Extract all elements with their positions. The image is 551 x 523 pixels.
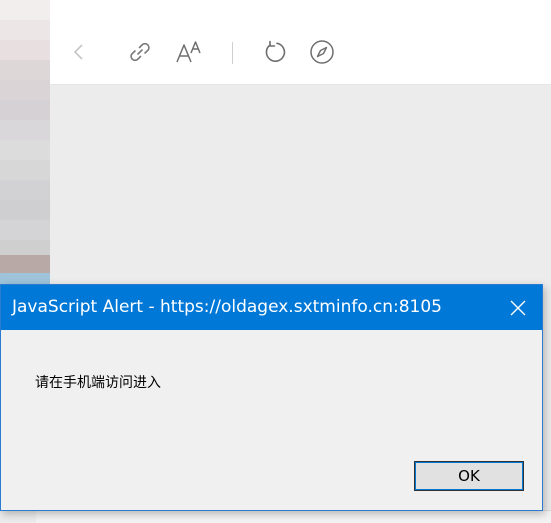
- ok-button[interactable]: OK: [414, 461, 524, 491]
- window-bottom-edge: [36, 510, 551, 523]
- toolbar-separator: [232, 42, 233, 64]
- refresh-icon[interactable]: [259, 36, 291, 68]
- link-icon[interactable]: [124, 36, 156, 68]
- compass-icon[interactable]: [306, 36, 338, 68]
- alert-dialog: JavaScript Alert - https://oldagex.sxtmi…: [0, 284, 543, 511]
- dialog-titlebar: JavaScript Alert - https://oldagex.sxtmi…: [1, 285, 542, 330]
- text-size-icon[interactable]: [171, 36, 207, 68]
- dialog-message: 请在手机端访问进入: [35, 375, 161, 391]
- back-icon[interactable]: [63, 36, 95, 68]
- dialog-title: JavaScript Alert - https://oldagex.sxtmi…: [12, 297, 442, 317]
- close-icon[interactable]: [494, 285, 542, 330]
- blurred-image: [0, 0, 50, 290]
- screen: JavaScript Alert - https://oldagex.sxtmi…: [0, 0, 551, 523]
- browser-toolbar: [0, 0, 551, 85]
